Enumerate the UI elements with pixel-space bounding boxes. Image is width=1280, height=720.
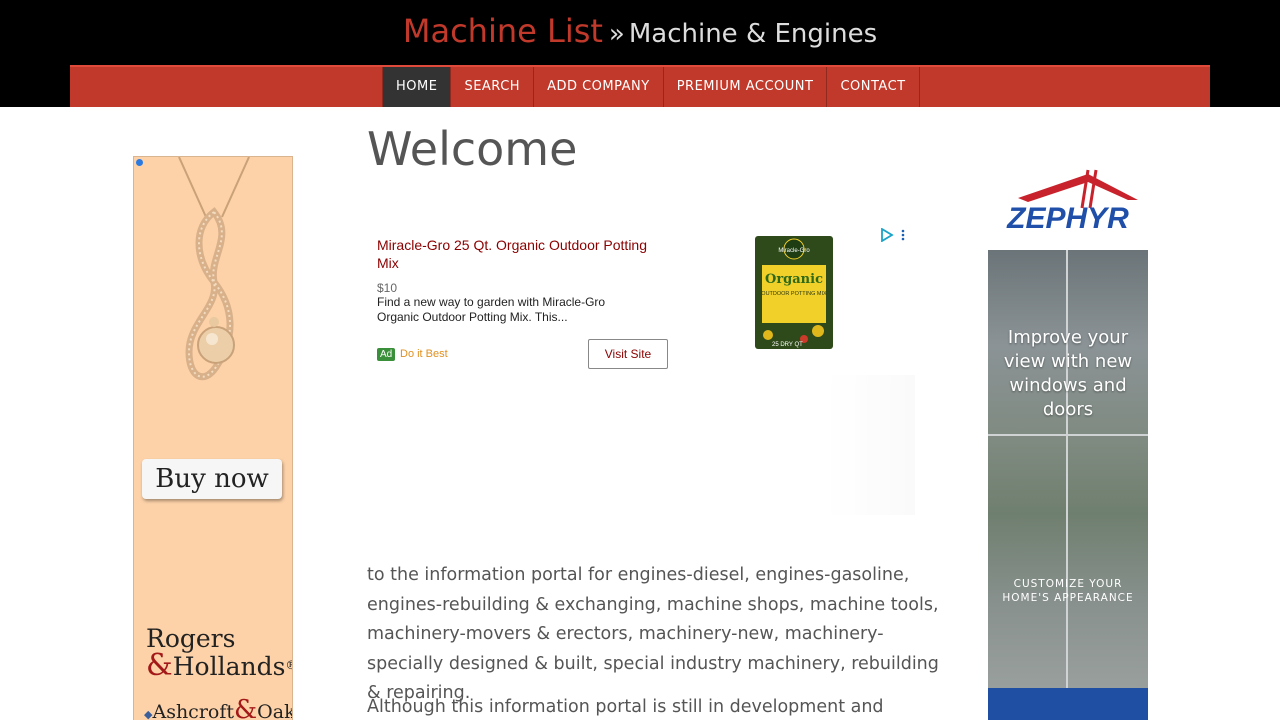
- potting-mix-product-image[interactable]: Miracle-Gro Organic OUTDOOR POTTING MIX …: [754, 235, 834, 350]
- main-nav: HOME SEARCH ADD COMPANY PREMIUM ACCOUNT …: [70, 65, 1210, 107]
- intro-paragraph: to the information portal for engines-di…: [367, 565, 939, 703]
- nav-add-company[interactable]: ADD COMPANY: [534, 67, 664, 107]
- nav-wrapper: HOME SEARCH ADD COMPANY PREMIUM ACCOUNT …: [0, 65, 1280, 107]
- ad-advertiser-link[interactable]: Do it Best: [400, 348, 448, 360]
- nav-contact[interactable]: CONTACT: [827, 67, 920, 107]
- svg-text:ZEPHYR: ZEPHYR: [1006, 202, 1129, 235]
- nav-home[interactable]: HOME: [383, 67, 452, 107]
- rogers-hollands-logo: Rogers &Hollands®: [146, 624, 292, 683]
- zephyr-logo[interactable]: ZEPHYR: [988, 168, 1148, 236]
- breadcrumb-separator: »: [608, 19, 625, 49]
- ad-description: Find a new way to garden with Miracle-Gr…: [377, 295, 606, 324]
- ad-price: $10: [377, 281, 398, 295]
- adchoices-icon[interactable]: [881, 228, 907, 242]
- svg-text:Miracle-Gro: Miracle-Gro: [778, 248, 810, 254]
- inline-ad[interactable]: Miracle-Gro 25 Qt. Organic Outdoor Potti…: [370, 225, 915, 515]
- ad-title-link[interactable]: Miracle-Gro 25 Qt. Organic Outdoor Potti…: [377, 236, 667, 272]
- site-brand-link[interactable]: Machine List: [403, 12, 603, 50]
- ad-cta[interactable]: CUSTOMIZE YOUR HOME'S APPEARANCE: [996, 577, 1140, 605]
- buy-now-button[interactable]: Buy now: [142, 459, 282, 499]
- site-subtitle: Machine & Engines: [628, 19, 878, 49]
- nav-search[interactable]: SEARCH: [451, 67, 535, 107]
- ashcroft-oak-logo: ◆Ashcroft&Oak: [144, 695, 293, 720]
- right-banner-ad[interactable]: Improve your view with new windows and d…: [988, 250, 1148, 720]
- svg-text:OUTDOOR POTTING MIX: OUTDOOR POTTING MIX: [761, 291, 827, 297]
- ad-headline: Improve your view with new windows and d…: [1003, 327, 1133, 420]
- left-banner-ad[interactable]: Buy now Rogers &Hollands® ◆Ashcroft&Oak: [133, 156, 293, 720]
- nav-premium-account[interactable]: PREMIUM ACCOUNT: [664, 67, 828, 107]
- site-title: Machine List» Machine & Engines: [0, 12, 1280, 50]
- visit-site-button[interactable]: Visit Site: [588, 339, 668, 369]
- site-header: Machine List» Machine & Engines: [0, 0, 1280, 65]
- ad-badge: Ad: [377, 348, 396, 361]
- pendant-necklace-image: [178, 157, 250, 381]
- svg-text:25 DRY QT: 25 DRY QT: [772, 342, 803, 348]
- ad-footer-bar: [988, 688, 1148, 720]
- svg-text:Organic: Organic: [765, 272, 823, 287]
- development-paragraph: Although this information portal is stil…: [367, 697, 884, 717]
- ad-indicator-dot: [136, 159, 143, 166]
- page-title: Welcome: [367, 122, 578, 176]
